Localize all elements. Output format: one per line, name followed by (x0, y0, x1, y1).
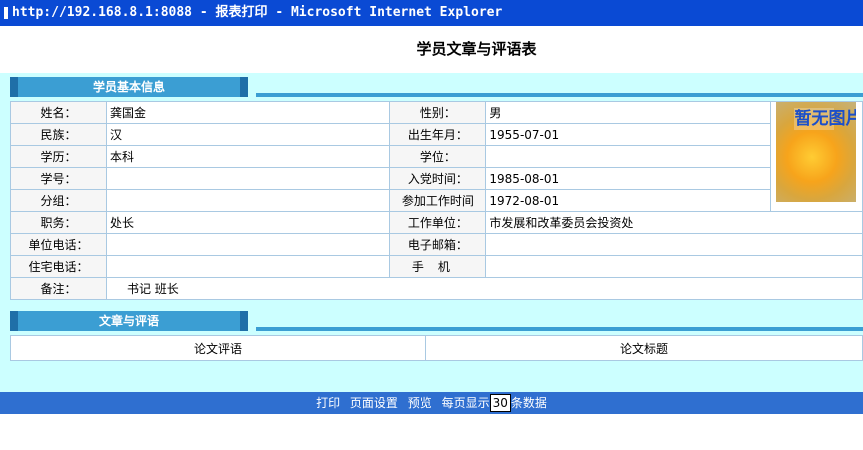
page-title: 学员文章与评语表 (416, 40, 537, 58)
employer-label: 工作单位： (389, 211, 487, 234)
section-tab-basic: 学员基本信息 (10, 77, 248, 97)
remarks-value: 书记 班长 (105, 277, 863, 300)
print-toolbar: 打印 页面设置 预览 每页显示 30 条数据 (0, 392, 863, 414)
party-date-value: 1985-08-01 (485, 167, 771, 190)
per-page-suffix: 条数据 (510, 396, 547, 410)
column-header-review: 论文评语 (10, 335, 426, 361)
ethnicity-value: 汉 (105, 123, 391, 146)
ie-icon (4, 6, 8, 19)
photo-placeholder-text: 暂无图片 (794, 108, 857, 130)
section-tab-articles: 文章与评语 (10, 311, 248, 331)
preview-link[interactable]: 预览 (408, 396, 432, 410)
position-label: 职务： (10, 211, 107, 234)
group-label: 分组： (10, 189, 107, 212)
photo-placeholder: 暂无图片 (776, 102, 857, 202)
group-value (105, 189, 391, 212)
remarks-label: 备注： (10, 277, 107, 300)
window-title-bar: http://192.168.8.1:8088 - 报表打印 - Microso… (0, 0, 863, 26)
section-rule (256, 93, 863, 97)
gender-value: 男 (485, 101, 771, 124)
work-date-label: 参加工作时间 (389, 189, 487, 212)
mobile-value (485, 255, 863, 278)
gender-label: 性别： (389, 101, 487, 124)
column-header-title: 论文标题 (425, 335, 863, 361)
employer-value: 市发展和改革委员会投资处 (485, 211, 863, 234)
section-header-articles: 文章与评语 (10, 307, 863, 334)
birth-label: 出生年月： (389, 123, 487, 146)
birth-value: 1955-07-01 (485, 123, 771, 146)
print-link[interactable]: 打印 (316, 396, 340, 410)
page-setup-link[interactable]: 页面设置 (350, 396, 398, 410)
section-rule (256, 327, 863, 331)
section-header-basic: 学员基本信息 (10, 73, 863, 100)
ethnicity-label: 民族： (10, 123, 107, 146)
home-phone-label: 住宅电话： (10, 255, 107, 278)
student-no-value (105, 167, 391, 190)
photo-cell: 暂无图片 (769, 101, 863, 212)
articles-table: 论文评语 论文标题 (10, 335, 863, 361)
office-phone-value (105, 233, 391, 256)
party-date-label: 入党时间： (389, 167, 487, 190)
student-info-table: 姓名： 龚国金 性别： 男 暂无图片 民族： 汉 出生年月： 1955-07-0… (10, 101, 863, 300)
email-value (485, 233, 863, 256)
email-label: 电子邮箱： (389, 233, 487, 256)
per-page-prefix: 每页显示 (441, 396, 490, 410)
education-value: 本科 (105, 145, 391, 168)
degree-label: 学位： (389, 145, 487, 168)
education-label: 学历： (10, 145, 107, 168)
degree-value (485, 145, 771, 168)
name-value: 龚国金 (105, 101, 391, 124)
student-no-label: 学号： (10, 167, 107, 190)
home-phone-value (105, 255, 391, 278)
office-phone-label: 单位电话： (10, 233, 107, 256)
position-value: 处长 (105, 211, 391, 234)
per-page-input[interactable]: 30 (489, 394, 511, 412)
mobile-label: 手机 (389, 255, 487, 278)
name-label: 姓名： (10, 101, 107, 124)
work-date-value: 1972-08-01 (485, 189, 771, 212)
window-title: http://192.168.8.1:8088 - 报表打印 - Microso… (12, 5, 503, 20)
